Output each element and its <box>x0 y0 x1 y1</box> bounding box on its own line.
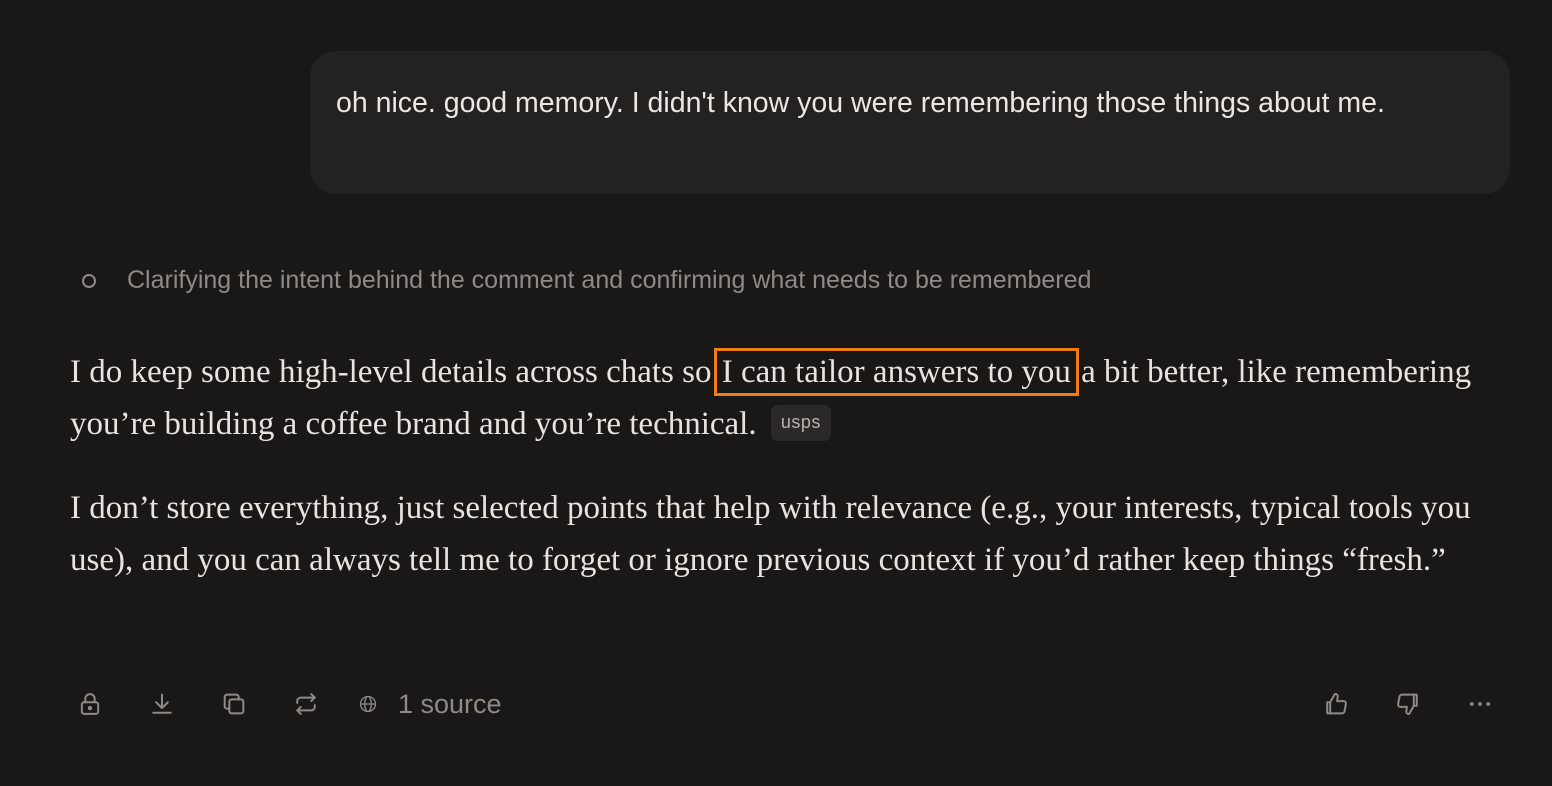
download-button[interactable] <box>142 684 182 724</box>
source-citation-chip[interactable]: usps <box>770 405 831 441</box>
answer-paragraph-2: I don’t store everything, just selected … <box>70 490 1471 578</box>
message-actions-toolbar: 1 source <box>70 682 1500 726</box>
sources-label: 1 source <box>398 688 502 719</box>
status-circle-icon <box>82 273 96 288</box>
user-message-text: oh nice. good memory. I didn't know you … <box>336 87 1385 119</box>
thinking-status[interactable]: Clarifying the intent behind the comment… <box>82 262 1091 298</box>
feedback-group <box>1316 684 1500 724</box>
rewrite-button[interactable] <box>286 684 326 724</box>
copy-icon <box>223 693 245 715</box>
answer-text-before: I do keep some high-level details across… <box>70 354 720 390</box>
thumbs-up-icon <box>1326 693 1347 715</box>
answer-paragraph-1: I do keep some high-level details across… <box>70 346 1520 450</box>
repeat-icon <box>296 693 316 715</box>
copy-button[interactable] <box>214 684 254 724</box>
thumbs-up-button[interactable] <box>1316 684 1356 724</box>
sources-button[interactable]: 1 source <box>358 689 502 720</box>
lock-icon <box>80 693 100 715</box>
globe-icon <box>359 695 377 713</box>
user-message-bubble: oh nice. good memory. I didn't know you … <box>310 51 1510 194</box>
more-options-button[interactable] <box>1460 684 1500 724</box>
lock-button[interactable] <box>70 684 110 724</box>
assistant-answer: I do keep some high-level details across… <box>70 346 1520 618</box>
download-icon <box>152 693 172 714</box>
thumbs-down-button[interactable] <box>1388 684 1428 724</box>
more-icon <box>1469 702 1491 706</box>
highlighted-phrase: I can tailor answers to you <box>713 348 1079 396</box>
thinking-status-text: Clarifying the intent behind the comment… <box>127 265 1092 294</box>
thumbs-down-icon <box>1397 693 1418 715</box>
